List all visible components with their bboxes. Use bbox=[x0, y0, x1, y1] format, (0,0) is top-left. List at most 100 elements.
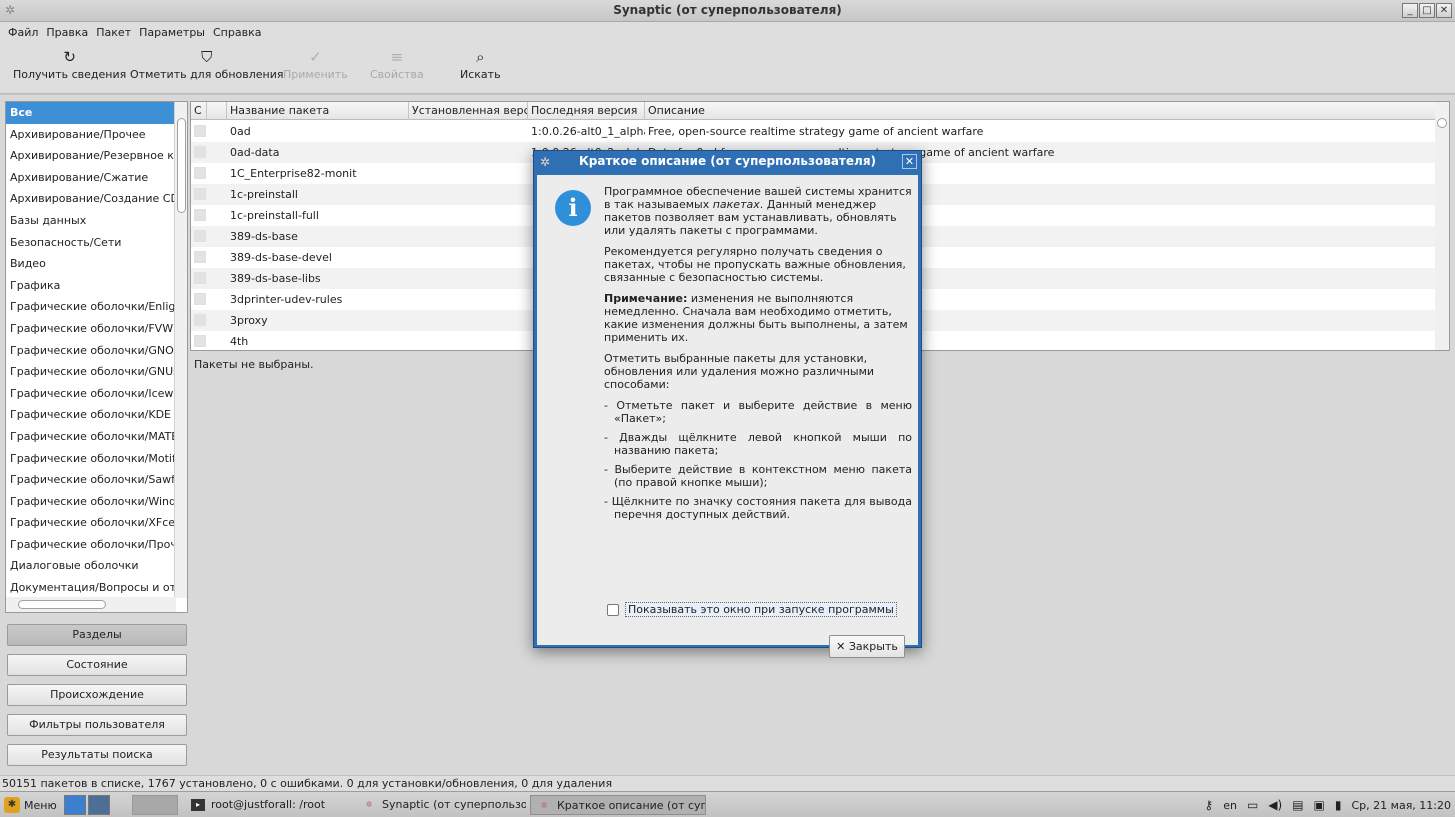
monitor-icon[interactable]: ▣ bbox=[1314, 798, 1325, 812]
category-item[interactable]: Графические оболочки/FVWM-based bbox=[6, 318, 176, 340]
workspace-1[interactable] bbox=[64, 795, 86, 815]
search-button[interactable]: ⌕ Искать bbox=[460, 46, 501, 81]
synaptic-icon: ✲ bbox=[365, 800, 373, 809]
dialog-bullet: - Выберите действие в контекстном меню п… bbox=[604, 463, 912, 489]
package-status-checkbox[interactable] bbox=[194, 251, 206, 263]
package-status-checkbox[interactable] bbox=[194, 125, 206, 137]
category-item[interactable]: Графические оболочки/Enlightenment bbox=[6, 296, 176, 318]
dialog-close-icon[interactable]: ✕ bbox=[902, 154, 917, 169]
workspace-3[interactable] bbox=[132, 795, 178, 815]
package-vertical-scrollbar[interactable] bbox=[1435, 102, 1449, 350]
display-icon[interactable]: ▭ bbox=[1247, 798, 1258, 812]
menu-package[interactable]: Пакет bbox=[92, 26, 135, 39]
menu-settings[interactable]: Параметры bbox=[135, 26, 209, 39]
package-name: 389-ds-base-devel bbox=[230, 251, 332, 264]
category-item[interactable]: Все bbox=[6, 102, 176, 124]
column-description[interactable]: Описание bbox=[645, 102, 1437, 120]
key-icon[interactable]: ⚷ bbox=[1204, 798, 1213, 812]
category-item[interactable]: Видео bbox=[6, 253, 176, 275]
search-results-button[interactable]: Результаты поиска bbox=[7, 744, 187, 766]
package-status-checkbox[interactable] bbox=[194, 146, 206, 158]
menu-help[interactable]: Справка bbox=[209, 26, 265, 39]
category-item[interactable]: Архивирование/Прочее bbox=[6, 124, 176, 146]
package-name: 1c-preinstall-full bbox=[230, 209, 319, 222]
mark-upgrades-button[interactable]: ⛉ Отметить для обновления bbox=[130, 46, 284, 81]
column-installed-version[interactable]: Установленная версия bbox=[409, 102, 528, 120]
show-on-startup-label[interactable]: Показывать это окно при запуске программ… bbox=[625, 602, 897, 617]
category-item[interactable]: Архивирование/Резервное копирование bbox=[6, 145, 176, 167]
category-item[interactable]: Графические оболочки/MATE bbox=[6, 426, 176, 448]
category-item[interactable]: Графика bbox=[6, 275, 176, 297]
category-list: Все Архивирование/Прочее Архивирование/Р… bbox=[5, 101, 188, 613]
category-item[interactable]: Безопасность/Сети bbox=[6, 232, 176, 254]
package-status-checkbox[interactable] bbox=[194, 314, 206, 326]
package-name: 1C_Enterprise82-monit bbox=[230, 167, 357, 180]
category-item[interactable]: Графические оболочки/Icewm bbox=[6, 383, 176, 405]
minimize-button[interactable]: _ bbox=[1402, 3, 1418, 18]
show-on-startup-checkbox[interactable] bbox=[607, 603, 619, 616]
reload-button[interactable]: ↻ Получить сведения bbox=[13, 46, 126, 81]
table-row[interactable]: 0ad 1:0.0.26-alt0_1_alpha.pFree, open-sou… bbox=[191, 121, 1437, 142]
package-status-checkbox[interactable] bbox=[194, 272, 206, 284]
window-controls: _ □ ✕ bbox=[1402, 3, 1452, 18]
category-item[interactable]: Базы данных bbox=[6, 210, 176, 232]
custom-filters-button[interactable]: Фильтры пользователя bbox=[7, 714, 187, 736]
category-item[interactable]: Архивирование/Сжатие bbox=[6, 167, 176, 189]
clock[interactable]: Ср, 21 мая, 11:20 bbox=[1352, 799, 1452, 812]
column-name[interactable]: Название пакета bbox=[227, 102, 409, 120]
check-icon: ✓ bbox=[309, 48, 322, 66]
task-quick-intro[interactable]: ✲ Краткое описание (от суп... bbox=[530, 795, 706, 815]
package-status-checkbox[interactable] bbox=[194, 167, 206, 179]
category-vertical-scrollbar[interactable] bbox=[174, 102, 187, 598]
package-name: 0ad-data bbox=[230, 146, 280, 159]
reload-icon: ↻ bbox=[63, 48, 76, 66]
category-item[interactable]: Архивирование/Создание CD bbox=[6, 188, 176, 210]
category-item[interactable]: Графические оболочки/XFce bbox=[6, 512, 176, 534]
dialog-titlebar: ✲ Краткое описание (от суперпользователя… bbox=[534, 151, 921, 173]
menu-edit[interactable]: Правка bbox=[42, 26, 92, 39]
show-on-startup-row[interactable]: Показывать это окно при запуске программ… bbox=[607, 602, 897, 617]
category-item[interactable]: Графические оболочки/Window Maker bbox=[6, 491, 176, 513]
origin-button[interactable]: Происхождение bbox=[7, 684, 187, 706]
dialog-bullet: - Дважды щёлкните левой кнопкой мыши по … bbox=[604, 431, 912, 457]
close-window-button[interactable]: ✕ bbox=[1436, 3, 1452, 18]
apply-button[interactable]: ✓ Применить bbox=[283, 46, 348, 81]
menu-file[interactable]: Файл bbox=[4, 26, 42, 39]
volume-icon[interactable]: ◀) bbox=[1268, 798, 1282, 812]
window-title: Synaptic (от суперпользователя) bbox=[613, 3, 842, 17]
start-menu-button[interactable]: ✱ Меню bbox=[4, 795, 57, 815]
category-item[interactable]: Графические оболочки/KDE bbox=[6, 404, 176, 426]
task-terminal[interactable]: ▸ root@justforall: /root bbox=[185, 795, 340, 815]
clipboard-icon[interactable]: ▤ bbox=[1292, 798, 1303, 812]
package-status-checkbox[interactable] bbox=[194, 335, 206, 347]
taskbar: ✱ Меню ▸ root@justforall: /root ✲ Synaptic… bbox=[0, 791, 1455, 817]
category-item[interactable]: Графические оболочки/Прочее bbox=[6, 534, 176, 556]
category-item[interactable]: Графические оболочки/Sawfish bbox=[6, 469, 176, 491]
battery-icon[interactable]: ▮ bbox=[1335, 798, 1342, 812]
column-status[interactable]: С bbox=[191, 102, 207, 120]
package-status-checkbox[interactable] bbox=[194, 209, 206, 221]
category-item[interactable]: Документация/Вопросы и ответы bbox=[6, 577, 176, 599]
properties-button[interactable]: ≡ Свойства bbox=[370, 46, 424, 81]
category-item[interactable]: Графические оболочки/GNUstep bbox=[6, 361, 176, 383]
status-button[interactable]: Состояние bbox=[7, 654, 187, 676]
package-status-checkbox[interactable] bbox=[194, 293, 206, 305]
info-icon: i bbox=[555, 190, 591, 226]
package-status-checkbox[interactable] bbox=[194, 188, 206, 200]
dialog-paragraph: Примечание: изменения не выполняются нем… bbox=[604, 292, 908, 344]
category-item[interactable]: Графические оболочки/GNOME bbox=[6, 340, 176, 362]
dialog-close-button[interactable]: ✕ Закрыть bbox=[829, 635, 905, 658]
synaptic-icon: ✲ bbox=[540, 801, 548, 810]
maximize-button[interactable]: □ bbox=[1419, 3, 1435, 18]
no-packages-selected-text: Пакеты не выбраны. bbox=[194, 358, 314, 371]
system-tray: ⚷ en ▭ ◀) ▤ ▣ ▮ Ср, 21 мая, 11:20 bbox=[1204, 795, 1451, 815]
category-item[interactable]: Графические оболочки/Motif bbox=[6, 448, 176, 470]
category-horizontal-scrollbar[interactable] bbox=[6, 597, 176, 612]
task-synaptic[interactable]: ✲ Synaptic (от суперпользо... bbox=[356, 795, 526, 815]
category-item[interactable]: Диалоговые оболочки bbox=[6, 555, 176, 577]
package-status-checkbox[interactable] bbox=[194, 230, 206, 242]
keyboard-layout-indicator[interactable]: en bbox=[1223, 799, 1237, 812]
sections-button[interactable]: Разделы bbox=[7, 624, 187, 646]
workspace-2[interactable] bbox=[88, 795, 110, 815]
column-latest-version[interactable]: Последняя версия bbox=[528, 102, 645, 120]
